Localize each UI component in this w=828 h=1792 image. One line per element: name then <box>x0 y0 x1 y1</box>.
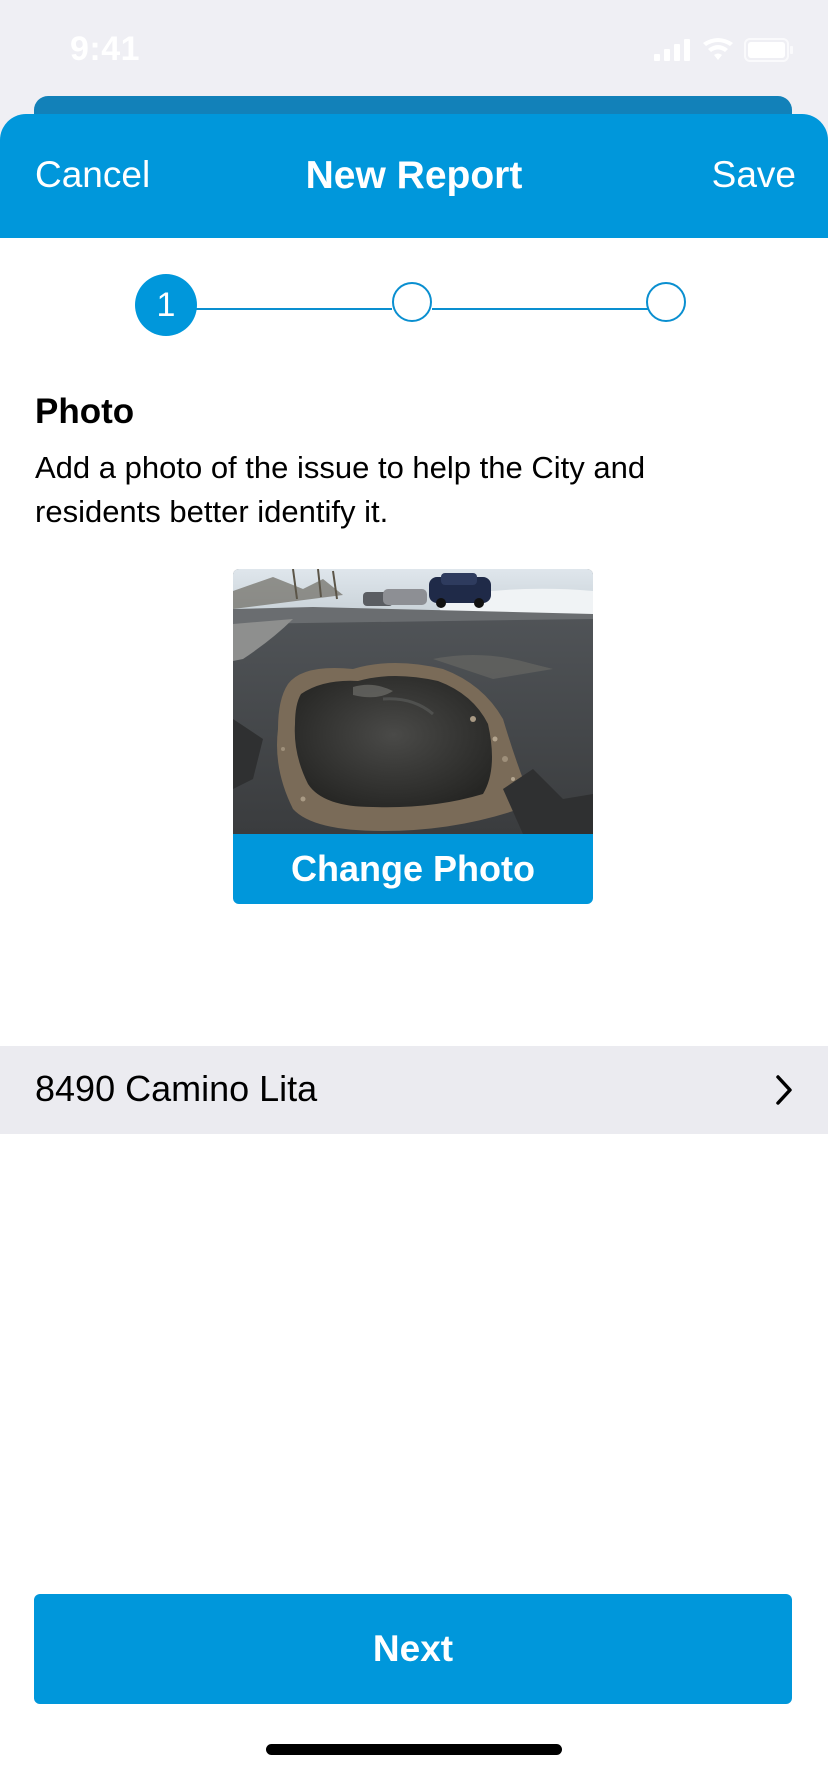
home-indicator <box>266 1744 562 1755</box>
step-3-indicator <box>646 282 686 322</box>
cellular-signal-icon <box>654 39 690 61</box>
nav-bar: Cancel New Report Save <box>0 114 828 238</box>
status-icons <box>654 38 794 62</box>
save-button[interactable]: Save <box>712 154 796 196</box>
battery-icon <box>744 38 793 62</box>
section-title: Photo <box>35 392 135 431</box>
location-row[interactable]: 8490 Camino Lita <box>0 1046 828 1134</box>
new-report-sheet: Cancel New Report Save 1 Photo Add a pho… <box>0 114 828 1792</box>
step-connector <box>196 308 392 310</box>
progress-stepper: 1 <box>0 274 828 344</box>
chevron-right-icon <box>776 1075 792 1105</box>
wifi-icon <box>703 38 733 60</box>
step-2-indicator <box>392 282 432 322</box>
step-connector <box>432 308 650 310</box>
pothole-photo <box>233 569 593 834</box>
step-1-indicator: 1 <box>135 274 197 336</box>
change-photo-button[interactable]: Change Photo <box>233 834 593 904</box>
status-time: 9:41 <box>70 30 141 68</box>
page-title: New Report <box>305 154 523 197</box>
status-bar: 9:41 <box>0 0 828 100</box>
section-description: Add a photo of the issue to help the Cit… <box>35 450 646 529</box>
location-address: 8490 Camino Lita <box>35 1068 318 1109</box>
next-button[interactable]: Next <box>34 1594 792 1704</box>
photo-preview: Change Photo <box>233 569 593 904</box>
